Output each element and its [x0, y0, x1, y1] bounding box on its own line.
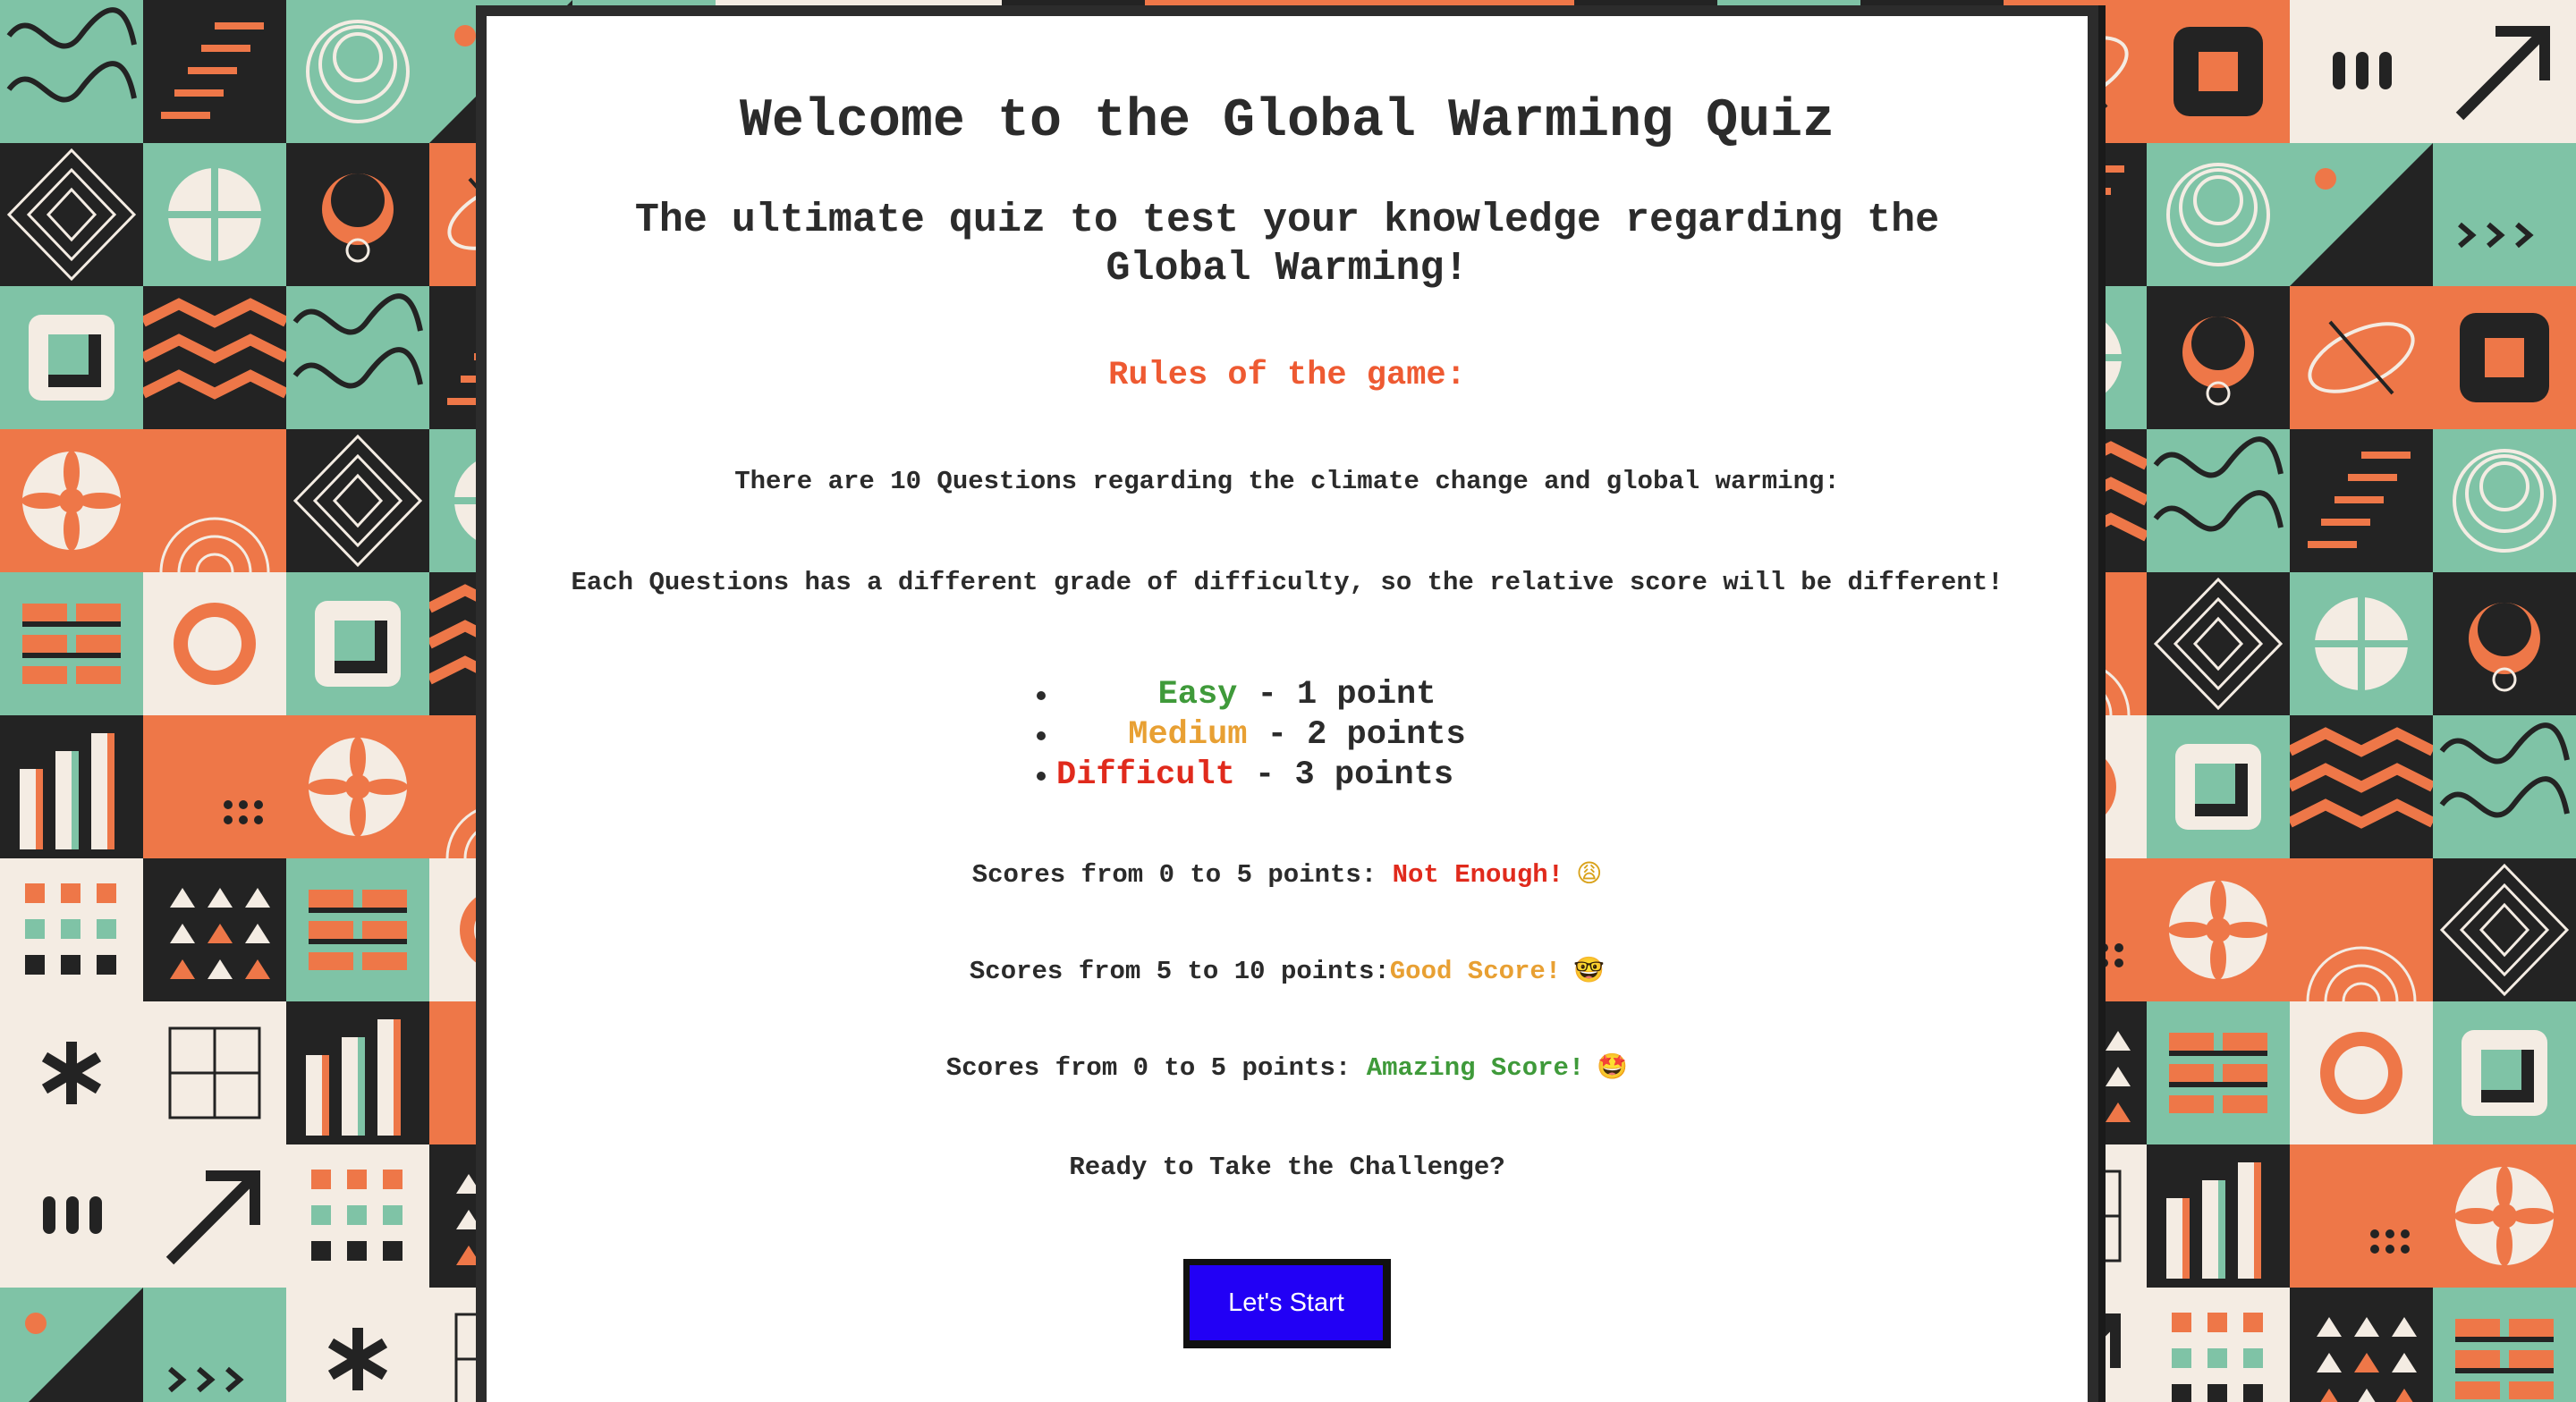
score-range-label: Scores from 0 to 5 points:	[945, 1053, 1367, 1083]
bullet-icon	[1037, 771, 1046, 781]
stairs-tile	[143, 0, 286, 143]
diamond-lines-tile	[2147, 572, 2290, 715]
rounded-square-tile	[2147, 0, 2290, 143]
circle-cross-tile	[143, 143, 286, 286]
score-range-good: Scores from 5 to 10 points:Good Score! 🤓	[487, 953, 2088, 988]
window-tile	[143, 1001, 286, 1144]
dots-tile	[2290, 1144, 2433, 1288]
score-range-amazing: Scores from 0 to 5 points: Amazing Score…	[487, 1050, 2088, 1085]
score-range-label: Scores from 0 to 5 points:	[971, 860, 1393, 890]
quiz-intro-card: Welcome to the Global Warming Quiz The u…	[476, 5, 2098, 1402]
stairs-tile	[2290, 429, 2433, 572]
level-medium-label: Medium	[1128, 716, 1248, 754]
level-difficult-points: - 3 points	[1234, 756, 1454, 794]
triangles-tile	[2290, 1288, 2433, 1402]
sun-tile	[2290, 1001, 2433, 1144]
flower-tile	[286, 715, 429, 858]
diamond-lines-tile	[0, 143, 143, 286]
zigzag-tile	[143, 286, 286, 429]
sun-tile	[143, 572, 286, 715]
difficulty-levels-list: Easy - 1 point Medium - 2 points Difficu…	[1037, 675, 1538, 796]
arch-tile	[2147, 286, 2290, 429]
square-outline-tile	[286, 572, 429, 715]
level-difficult-label: Difficult	[1056, 756, 1235, 794]
bullet-icon	[1037, 731, 1046, 740]
circle-cross-tile	[2290, 572, 2433, 715]
bars-tile	[286, 1001, 429, 1144]
chevrons-tile	[143, 1288, 286, 1402]
bricks-tile	[286, 858, 429, 1001]
star-struck-face-icon: 🤩	[1597, 1052, 1629, 1081]
score-verdict-amazing: Amazing Score!	[1366, 1053, 1585, 1083]
flower-tile	[0, 429, 143, 572]
diamond-lines-tile	[286, 429, 429, 572]
bricks-tile	[0, 572, 143, 715]
squiggle-tile	[0, 0, 143, 143]
level-medium-points: - 2 points	[1247, 716, 1466, 754]
start-quiz-button[interactable]: Let's Start	[1183, 1259, 1391, 1348]
flower-tile	[2147, 858, 2290, 1001]
nerd-face-icon: 🤓	[1573, 955, 1606, 984]
bars-tile	[0, 715, 143, 858]
score-range-label: Scores from 5 to 10 points:	[969, 957, 1390, 986]
page-subtitle: The ultimate quiz to test your knowledge…	[634, 198, 1940, 291]
arcs-tile	[143, 429, 286, 572]
square-outline-tile	[0, 286, 143, 429]
arch-tile	[286, 143, 429, 286]
bars-tile	[2147, 1144, 2290, 1288]
arrow-tile	[143, 1144, 286, 1288]
rings-tile	[2433, 429, 2576, 572]
square-outline-tile	[2147, 715, 2290, 858]
level-easy-label: Easy	[1157, 676, 1238, 714]
squiggle-tile	[286, 286, 429, 429]
list-item: Difficult - 3 points	[1037, 756, 1538, 796]
pills-tile	[2290, 0, 2433, 143]
rule-questions-text: There are 10 Questions regarding the cli…	[734, 467, 1840, 496]
bricks-tile	[2147, 1001, 2290, 1144]
diamond-lines-tile	[2433, 858, 2576, 1001]
diagonal-split-tile	[0, 1288, 143, 1402]
dots-tile	[143, 715, 286, 858]
pills-tile	[0, 1144, 143, 1288]
bricks-tile	[2433, 1288, 2576, 1402]
asterisk-tile	[286, 1288, 429, 1402]
square-outline-tile	[2433, 1001, 2576, 1144]
bullet-icon	[1037, 690, 1046, 700]
rounded-square-tile	[2433, 286, 2576, 429]
squiggle-tile	[2433, 715, 2576, 858]
cubes-tile	[0, 858, 143, 1001]
rules-heading: Rules of the game:	[1108, 357, 1466, 394]
arch-tile	[2433, 572, 2576, 715]
score-range-not-enough: Scores from 0 to 5 points: Not Enough! 😩	[487, 857, 2088, 891]
rings-tile	[2147, 143, 2290, 286]
ellipse-tile	[2290, 286, 2433, 429]
triangles-tile	[143, 858, 286, 1001]
chevrons-tile	[2433, 143, 2576, 286]
asterisk-tile	[0, 1001, 143, 1144]
ready-prompt: Ready to Take the Challenge?	[1069, 1153, 1505, 1182]
rings-tile	[286, 0, 429, 143]
list-item: Medium - 2 points	[1037, 715, 1538, 756]
score-verdict-not-enough: Not Enough!	[1392, 860, 1564, 890]
diagonal-split-tile	[2290, 143, 2433, 286]
rule-difficulty-text: Each Questions has a different grade of …	[571, 568, 2004, 597]
arrow-tile	[2433, 0, 2576, 143]
score-verdict-good: Good Score!	[1389, 957, 1562, 986]
cubes-tile	[286, 1144, 429, 1288]
list-item: Easy - 1 point	[1037, 675, 1538, 715]
zigzag-tile	[2290, 715, 2433, 858]
level-easy-points: - 1 point	[1237, 676, 1436, 714]
squiggle-tile	[2147, 429, 2290, 572]
cubes-tile	[2147, 1288, 2290, 1402]
arcs-tile	[2290, 858, 2433, 1001]
page-title: Welcome to the Global Warming Quiz	[739, 91, 1835, 152]
flower-tile	[2433, 1144, 2576, 1288]
weary-face-icon: 😩	[1576, 858, 1603, 888]
